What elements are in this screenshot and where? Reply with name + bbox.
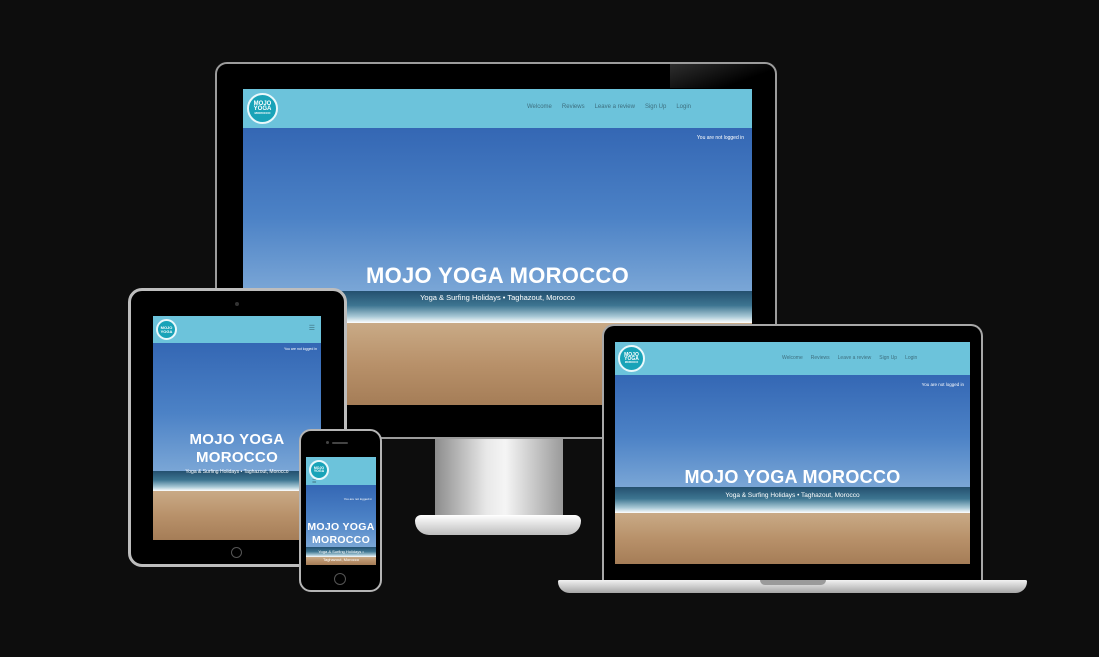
nav-link-login[interactable]: Login — [905, 355, 917, 361]
nav-link-sign-up[interactable]: Sign Up — [645, 104, 666, 110]
hamburger-icon[interactable]: ☰ — [309, 324, 315, 332]
nav-link-leave-review[interactable]: Leave a review — [595, 104, 635, 110]
hero-subtitle-line-1: Yoga & Surfing Holidays • — [318, 549, 364, 554]
hero-subtitle-line-2: Taghazout, Morocco — [322, 557, 360, 562]
phone-home-button[interactable] — [334, 573, 346, 585]
navbar: MOJO YOGA ☰ — [153, 316, 321, 343]
site-logo[interactable]: MOJO YOGA MOROCCO — [618, 345, 645, 372]
nav-link-reviews[interactable]: Reviews — [562, 104, 585, 110]
logo-line: MOROCCO — [254, 111, 271, 116]
nav-link-reviews[interactable]: Reviews — [811, 355, 830, 361]
phone-speaker — [332, 442, 348, 444]
tablet-camera — [235, 302, 239, 306]
tablet-screen: MOJO YOGA ☰ You are not logged in MOJO Y… — [153, 316, 321, 540]
hero-sea — [615, 487, 970, 513]
phone-screen: MOJO YOGA ☰ You are not logged in MOJO Y… — [306, 457, 376, 565]
hero-sand — [153, 491, 321, 540]
logo-line: YOGA — [313, 469, 325, 473]
monitor-glare — [670, 64, 775, 88]
navbar: MOJO YOGA MOROCCO Welcome Reviews Leave … — [615, 342, 970, 375]
site-logo[interactable]: MOJO YOGA MOROCCO — [247, 93, 278, 124]
hero-title-line-1: MOJO YOGA — [189, 431, 285, 448]
hero-title-line-2: MOROCCO — [311, 534, 371, 546]
login-status: You are not logged in — [696, 135, 744, 141]
hero-subtitle: Yoga & Surfing Holidays • Taghazout, Mor… — [185, 469, 289, 475]
navbar: MOJO YOGA MOROCCO Welcome Reviews Leave … — [243, 89, 752, 128]
nav-link-sign-up[interactable]: Sign Up — [879, 355, 897, 361]
hero-title-line-2: MOROCCO — [195, 449, 279, 466]
hero-sand — [615, 513, 970, 564]
nav-link-leave-review[interactable]: Leave a review — [838, 355, 872, 361]
monitor-stand-neck — [435, 438, 563, 520]
hero-title: MOJO YOGA MOROCCO — [684, 467, 901, 487]
logo-line: YOGA — [160, 328, 173, 334]
tablet-home-button[interactable] — [231, 547, 242, 558]
login-status: You are not logged in — [284, 347, 317, 351]
logo-line: MOROCCO — [624, 360, 639, 364]
nav-links: Welcome Reviews Leave a review Sign Up L… — [527, 104, 691, 110]
site-logo[interactable]: MOJO YOGA — [156, 319, 177, 340]
login-status: You are not logged in — [921, 382, 964, 387]
hero-subtitle: Yoga & Surfing Holidays • Taghazout, Mor… — [725, 492, 860, 499]
nav-links: Welcome Reviews Leave a review Sign Up L… — [782, 355, 917, 361]
laptop-screen: MOJO YOGA MOROCCO Welcome Reviews Leave … — [615, 342, 970, 564]
nav-link-login[interactable]: Login — [676, 104, 691, 110]
nav-link-welcome[interactable]: Welcome — [527, 104, 552, 110]
laptop-notch — [760, 580, 826, 585]
nav-link-welcome[interactable]: Welcome — [782, 355, 803, 361]
monitor-stand-base — [415, 515, 581, 535]
login-status: You are not logged in — [343, 497, 372, 501]
phone-camera — [326, 441, 329, 444]
navbar: MOJO YOGA ☰ — [306, 457, 376, 485]
site-logo[interactable]: MOJO YOGA — [309, 460, 329, 480]
hero-title-line-1: MOJO YOGA — [307, 521, 375, 533]
hero-title: MOJO YOGA MOROCCO — [365, 263, 629, 288]
